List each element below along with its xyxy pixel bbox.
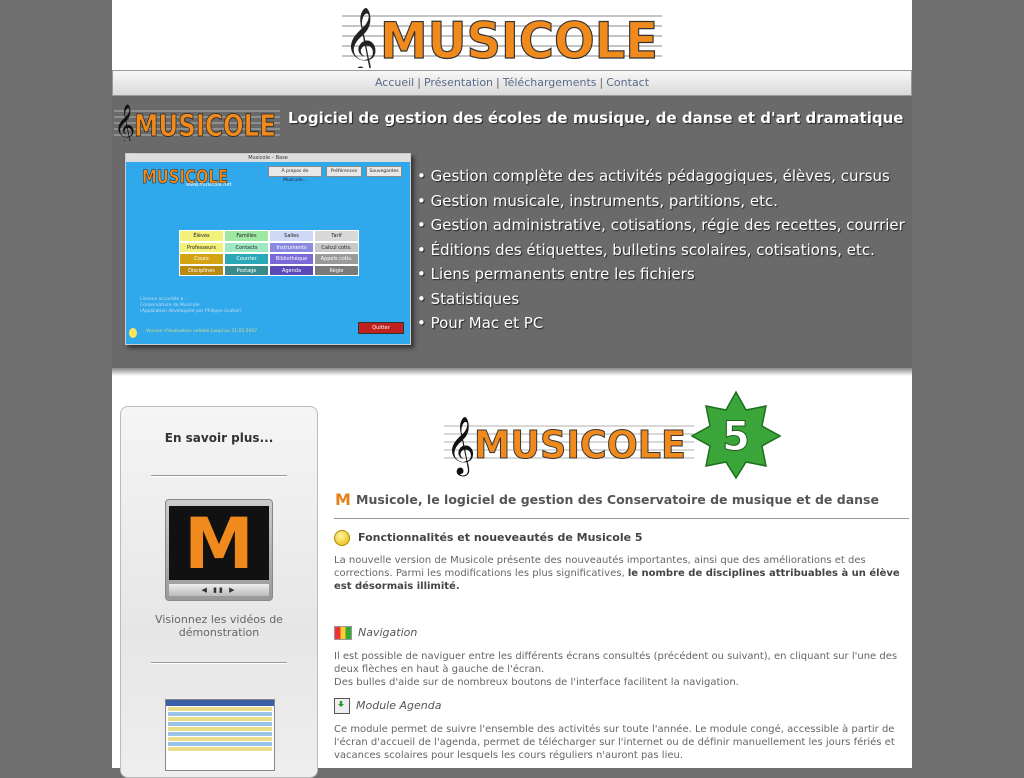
musicole-m-icon: M	[335, 490, 351, 509]
intro-paragraph: La nouvelle version de Musicole présente…	[334, 554, 908, 593]
nav-presentation[interactable]: Présentation	[424, 76, 493, 89]
page: 𝄞 MUSICOLE Accueil | Présentation | Téléchar…	[112, 0, 912, 778]
grid-cell: Élèves	[179, 230, 224, 242]
grid-cell: Cours	[179, 253, 224, 265]
grid-cell: Professeurs	[179, 241, 224, 253]
video-caption-link[interactable]: Visionnez les vidéos de démonstration	[121, 613, 317, 639]
feature-item: • Gestion musicale, instruments, partiti…	[417, 191, 779, 210]
smiley-bullet-icon	[334, 530, 350, 546]
grid-cell: Salles	[269, 230, 314, 242]
sidebar-divider	[151, 662, 287, 664]
grid-cell: Appels cotis.	[314, 253, 359, 265]
navigation-subtitle: Navigation	[334, 625, 417, 641]
header: 𝄞 MUSICOLE	[112, 0, 912, 70]
feature-banner: 𝄞 MUSICOLE Logiciel de gestion des école…	[112, 96, 912, 368]
agenda-subtitle: Module Agenda	[334, 698, 441, 714]
treble-clef-icon: 𝄞	[344, 6, 378, 68]
grid-cell: Instruments	[269, 241, 314, 253]
navigation-toolbar-icon	[334, 626, 352, 640]
screenshot-url: www.musicole.net	[186, 182, 232, 188]
logo-text: MUSICOLE	[380, 12, 658, 68]
nav-telechargements[interactable]: Téléchargements	[503, 76, 597, 89]
tagline: Logiciel de gestion des écoles de musiqu…	[288, 109, 904, 127]
app-screenshot[interactable]: Musicole – Base MUSICOLE www.musicole.ne…	[125, 153, 411, 345]
main-content: 𝄞 MUSICOLE 5 M Musicole, le logiciel de g…	[332, 380, 910, 768]
musicole-5-logo: 𝄞 MUSICOLE 5	[444, 390, 782, 480]
navigation-title: Navigation	[358, 626, 418, 639]
main-heading: M Musicole, le logiciel de gestion des Co…	[334, 492, 910, 516]
license-line: (Application développée par Philippe Gra…	[140, 309, 242, 314]
navigation-text: Il est possible de naviguer entre les di…	[334, 651, 898, 675]
grid-cell: Courrier	[224, 253, 269, 265]
banner-logo: 𝄞 MUSICOLE	[114, 104, 280, 141]
sidebar-title: En savoir plus...	[164, 431, 274, 445]
heading-divider	[334, 518, 909, 519]
navigation-paragraph: Il est possible de naviguer entre les di…	[334, 650, 908, 689]
sidebar-more-info: En savoir plus... M ◀ ▮▮ ▶ Visionnez les…	[120, 406, 318, 778]
banner-logo-text: MUSICOLE	[134, 109, 276, 141]
musicole-m-icon: M	[184, 503, 254, 585]
navigation-text: Des bulles d'aide sur de nombreux bouton…	[334, 677, 739, 688]
treble-clef-icon: 𝄞	[446, 416, 476, 477]
screenshot-backup-button: Sauvegardes	[366, 166, 402, 177]
grid-cell: Bibliothèque	[269, 253, 314, 265]
feature-list: • Gestion complète des activités pédagog…	[417, 164, 905, 336]
lightbulb-icon	[129, 328, 137, 338]
musicole-logo[interactable]: 𝄞 MUSICOLE	[342, 2, 662, 68]
section-title-text: Fonctionnalités et noueveautés de Musico…	[358, 531, 643, 544]
feature-item: • Gestion complète des activités pédagog…	[417, 167, 890, 185]
screenshot-license-info: Licence accordée à : Conservatoire de Mu…	[140, 297, 242, 315]
screenshot-warning: Version d'évaluation valable jusqu'au 31…	[146, 329, 258, 334]
feature-item: • Gestion administrative, cotisations, r…	[417, 216, 905, 234]
agenda-screenshot-thumbnail[interactable]	[165, 699, 275, 771]
nav-separator: |	[496, 76, 500, 89]
grid-cell: Familles	[224, 230, 269, 242]
grid-cell: Agenda	[269, 264, 314, 276]
nav-contact[interactable]: Contact	[606, 76, 649, 89]
version-badge: 5	[722, 414, 750, 460]
feature-item: • Éditions des étiquettes, bulletins sco…	[417, 240, 875, 259]
agenda-title: Module Agenda	[356, 699, 442, 712]
grid-cell: Contacts	[224, 241, 269, 253]
demo-video-thumbnail[interactable]: M ◀ ▮▮ ▶	[165, 499, 273, 601]
screenshot-titlebar: Musicole – Base	[126, 154, 410, 162]
feature-item: • Statistiques	[417, 289, 520, 308]
grid-cell: Calcul cotis.	[314, 241, 359, 253]
feature-item: • Pour Mac et PC	[417, 314, 544, 332]
main-heading-text: Musicole, le logiciel de gestion des Con…	[356, 492, 879, 507]
feature-item: • Liens permanents entre les fichiers	[417, 265, 695, 283]
screenshot-quit-button: Quitter	[358, 322, 404, 334]
screenshot-prefs-button: Préférences	[326, 166, 362, 177]
download-arrow-icon	[334, 698, 350, 714]
treble-clef-icon: 𝄞	[114, 104, 135, 141]
video-controls-icon: ◀ ▮▮ ▶	[169, 584, 269, 596]
nav-separator: |	[599, 76, 604, 89]
section-title: Fonctionnalités et noueveautés de Musico…	[334, 530, 643, 546]
video-screen: M	[169, 506, 269, 580]
grid-cell: Régie	[314, 264, 359, 276]
banner-shadow	[112, 368, 912, 376]
grid-cell: Postage	[224, 264, 269, 276]
screenshot-menu-grid: Élèves Familles Salles Tarif Professeurs…	[179, 230, 359, 276]
sidebar-divider	[151, 475, 287, 477]
grid-cell: Tarif	[314, 230, 359, 242]
nav-separator: |	[417, 76, 421, 89]
nav-accueil[interactable]: Accueil	[375, 76, 414, 89]
screenshot-about-button: À propos de Musicole...	[268, 166, 322, 183]
main-logo-text: MUSICOLE	[474, 423, 686, 467]
grid-cell: Disciplines	[179, 264, 224, 276]
top-nav: Accueil | Présentation | Téléchargements | Con…	[112, 70, 912, 96]
agenda-paragraph: Ce module permet de suivre l'ensemble de…	[334, 724, 895, 761]
